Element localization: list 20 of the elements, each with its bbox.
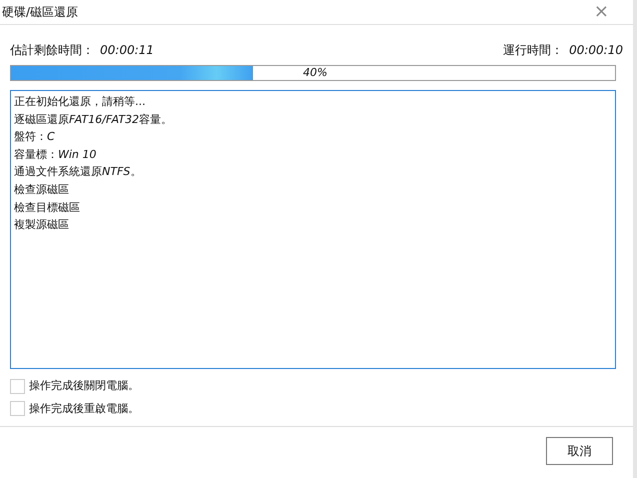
log-line: 盤符：C <box>14 129 56 146</box>
checkbox-label: 操作完成後重啟電腦。 <box>29 400 139 416</box>
log-line: 檢查目標磁區 <box>14 200 81 216</box>
elapsed-time-value: 00:00:10 <box>569 42 623 59</box>
log-line: 檢查源磁區 <box>14 182 70 198</box>
checkbox[interactable] <box>10 378 25 394</box>
log-line: 複製源磁區 <box>14 217 70 234</box>
log-line: 正在初始化還原，請稍等... <box>14 94 146 110</box>
remaining-time-label: 估計剩餘時間： <box>10 42 94 59</box>
progress-percent: 40% <box>303 66 328 80</box>
window-title: 硬碟/磁區還原 <box>2 4 78 21</box>
close-button[interactable]: × <box>594 3 609 21</box>
log-line: 容量標：Win 10 <box>14 146 98 163</box>
checkbox-label: 操作完成後關閉電腦。 <box>29 378 139 394</box>
log-line: 通過文件系統還原NTFS。 <box>14 164 142 180</box>
checkbox[interactable] <box>10 401 25 416</box>
cancel-button[interactable]: 取消 <box>546 437 613 465</box>
remaining-time-value: 00:00:11 <box>100 42 154 59</box>
elapsed-time-label: 運行時間： <box>503 42 564 59</box>
log-line: 逐磁區還原FAT16/FAT32容量。 <box>14 112 173 128</box>
